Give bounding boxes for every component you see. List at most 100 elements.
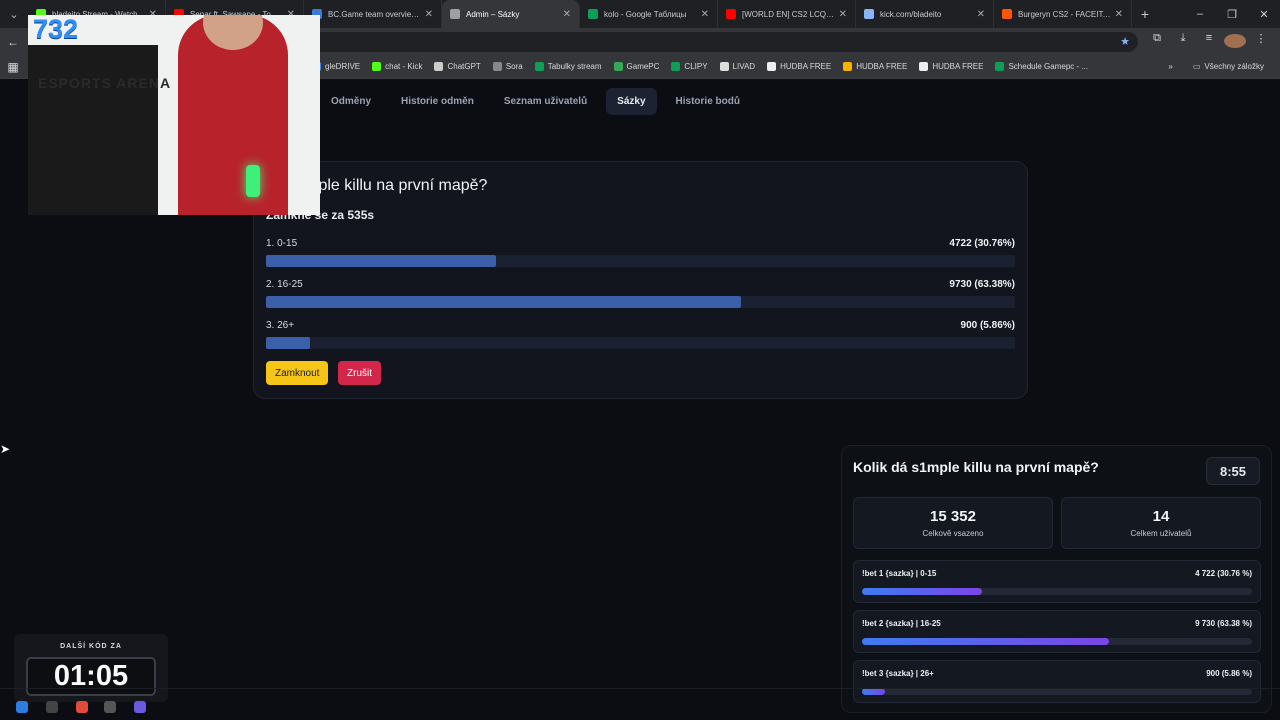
more-bookmarks-icon[interactable]: »: [1168, 62, 1172, 71]
bookmark-label: Schedule Gamepc - ...: [1008, 62, 1089, 71]
nav-points-history[interactable]: Historie bodů: [665, 88, 751, 115]
app-icon[interactable]: [104, 701, 116, 713]
taskbar: [0, 688, 1280, 720]
close-window-icon[interactable]: ✕: [1248, 8, 1280, 21]
download-icon[interactable]: ⤓: [1172, 32, 1194, 51]
tab-close-icon[interactable]: ✕: [839, 9, 847, 20]
widget-option: !bet 1 {sazka} | 0-15 4 722 (30.76 %): [853, 560, 1261, 603]
browser-tab[interactable]: kolo - Google Таблицы ✕: [580, 0, 718, 28]
search-icon[interactable]: [46, 701, 58, 713]
bookmark-star-icon[interactable]: ★: [1120, 35, 1130, 48]
nav-reward-history[interactable]: Historie odměn: [390, 88, 485, 115]
option-bar-fill: [266, 337, 310, 349]
admin-nav: Odměny Historie odměn Seznam uživatelů S…: [320, 88, 751, 115]
tab-favicon-icon: [864, 9, 874, 19]
bookmark-icon: [995, 62, 1005, 71]
widget-timer: 8:55: [1206, 457, 1260, 485]
discord-icon[interactable]: [134, 701, 146, 713]
chrome-icon[interactable]: [76, 701, 88, 713]
bookmark-label: LIVAD: [732, 62, 756, 71]
browser-tab[interactable]: BC.Game team overview | ✕: [304, 0, 442, 28]
mouse-cursor-icon: ➤: [0, 442, 11, 456]
tab-close-icon[interactable]: ✕: [701, 9, 709, 20]
tab-favicon-icon: [1002, 9, 1012, 19]
tab-title: Burgeryn CS2 - FACEIT.co: [1018, 9, 1111, 19]
bookmark-item[interactable]: ChatGPT: [428, 62, 486, 71]
sponsor-logo: ESPORTS ARENA: [38, 75, 172, 91]
widget-option-label: !bet 3 {sazka} | 26+: [862, 669, 934, 678]
tab-title: [WORLD EN] CS2 LCQ - Y: [742, 9, 835, 19]
menu-icon[interactable]: ⋮: [1250, 32, 1272, 51]
bookmark-item[interactable]: LIVAD: [714, 62, 762, 71]
option-bar-track: [266, 337, 1015, 349]
lock-button[interactable]: Zamknout: [266, 361, 329, 385]
option-value: 900 (5.86%): [960, 320, 1015, 331]
tab-close-icon[interactable]: ✕: [563, 9, 571, 20]
option-value: 4722 (30.76%): [949, 238, 1015, 249]
nav-users[interactable]: Seznam uživatelů: [493, 88, 598, 115]
energy-drink: [246, 165, 260, 197]
option-value: 9730 (63.38%): [949, 279, 1015, 290]
profile-avatar[interactable]: [1224, 32, 1246, 51]
next-code-title: DALŠÍ KÓD ZA: [60, 643, 122, 650]
bookmark-item[interactable]: HUDBA FREE: [837, 62, 913, 71]
gaming-chair: [28, 45, 158, 215]
tab-favicon-icon: [450, 9, 460, 19]
bookmark-item[interactable]: chat - Kick: [366, 62, 428, 71]
tab-title: kick.com/bladeito: [880, 9, 942, 19]
bookmark-icon: [671, 62, 681, 71]
widget-option-value: 4 722 (30.76 %): [1195, 569, 1252, 578]
apps-grid-icon[interactable]: ▦: [0, 60, 26, 74]
media-icon[interactable]: ≡: [1198, 32, 1220, 51]
tab-close-icon[interactable]: ✕: [425, 9, 433, 20]
widget-question: Kolik dá s1mple killu na první mapě?: [853, 459, 1099, 475]
new-tab-button[interactable]: +: [1132, 6, 1158, 22]
cancel-button[interactable]: Zrušit: [338, 361, 381, 385]
bookmark-icon: [613, 62, 623, 71]
nav-rewards[interactable]: Odměny: [320, 88, 382, 115]
bookmark-item[interactable]: CLIPY: [665, 62, 713, 71]
browser-tab[interactable]: Burgeryn CS2 - FACEIT.co ✕: [994, 0, 1132, 28]
total-bet-stat: 15 352 Celkově vsazeno: [853, 497, 1053, 549]
bookmark-label: HUDBA FREE: [932, 62, 984, 71]
window-controls: – ❐ ✕: [1184, 8, 1280, 21]
browser-tab[interactable]: [WORLD EN] CS2 LCQ - Y ✕: [718, 0, 856, 28]
bookmark-item[interactable]: Tabulky stream: [529, 62, 608, 71]
bookmark-icon: [492, 62, 502, 71]
tab-favicon-icon: [726, 9, 736, 19]
widget-bar-fill: [862, 588, 982, 595]
tab-search-icon[interactable]: ⌄: [0, 0, 28, 28]
bet-overlay-widget: Kolik dá s1mple killu na první mapě? 8:5…: [841, 445, 1272, 713]
option-bar-track: [266, 296, 1015, 308]
bookmark-label: HUDBA FREE: [780, 62, 832, 71]
back-icon[interactable]: ←: [0, 35, 26, 49]
bookmark-icon: [767, 62, 777, 71]
bet-card: dá s1mple killu na první mapě? Zamkne se…: [253, 161, 1028, 399]
all-bookmarks-folder[interactable]: ▭ Všechny záložky: [1187, 62, 1270, 71]
start-icon[interactable]: [16, 701, 28, 713]
bet-option: 1. 0-15 4722 (30.76%): [266, 238, 1015, 267]
bookmark-icon: [534, 62, 544, 71]
minimize-icon[interactable]: –: [1184, 8, 1216, 21]
widget-option-value: 9 730 (63.38 %): [1195, 619, 1252, 628]
bookmark-label: gleDRIVE: [325, 62, 361, 71]
bookmark-item[interactable]: HUDBA FREE: [761, 62, 837, 71]
bookmark-item[interactable]: GamePC: [608, 62, 666, 71]
tab-close-icon[interactable]: ✕: [977, 9, 985, 20]
bookmark-item[interactable]: Sora: [487, 62, 529, 71]
bookmark-label: Sora: [505, 62, 523, 71]
bookmark-icon: [719, 62, 729, 71]
bookmark-item[interactable]: HUDBA FREE: [913, 62, 989, 71]
browser-tab[interactable]: kick.com/bladeito ✕: [856, 0, 994, 28]
nav-bets[interactable]: Sázky: [606, 88, 657, 115]
maximize-icon[interactable]: ❐: [1216, 8, 1248, 21]
browser-tab[interactable]: Admin – Sázky ✕: [442, 0, 580, 28]
bet-option: 2. 16-25 9730 (63.38%): [266, 279, 1015, 308]
bookmark-icon: [843, 62, 853, 71]
bookmark-item[interactable]: Schedule Gamepc - ...: [989, 62, 1094, 71]
tab-close-icon[interactable]: ✕: [1115, 9, 1123, 20]
bookmark-icon: [434, 62, 444, 71]
option-label: 1. 0-15: [266, 238, 298, 249]
webcam-overlay: ESPORTS ARENA: [28, 15, 320, 215]
extensions-icon[interactable]: ⧉: [1146, 32, 1168, 51]
